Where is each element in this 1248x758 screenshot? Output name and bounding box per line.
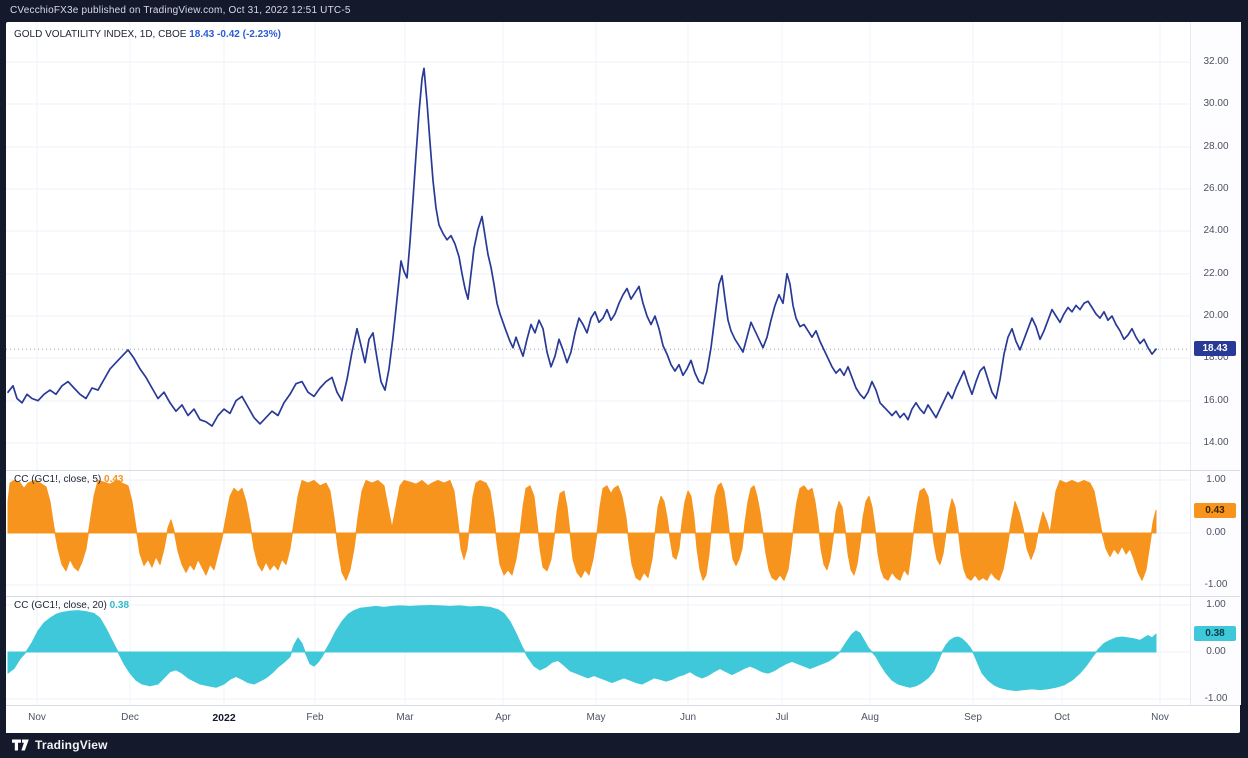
cc20-pane-legend: CC (GC1!, close, 20) 0.38 (14, 600, 129, 611)
cc5-axis-tick-label: -1.00 (1204, 579, 1228, 590)
time-axis-label: May (586, 712, 606, 723)
cc20-area-series (7, 605, 1157, 691)
chart-card: GOLD VOLATILITY INDEX, 1D, CBOE 18.43 -0… (6, 22, 1241, 733)
pane-separator-2[interactable] (6, 596, 1240, 597)
price-axis-tick-label: 26.00 (1203, 183, 1229, 194)
price-axis-tick-label: 32.00 (1203, 56, 1229, 67)
cc20-axis-tick-label: 0.00 (1206, 646, 1226, 657)
time-axis-label: Sep (964, 712, 982, 723)
price-legend-values: 18.43 -0.42 (-2.23%) (189, 29, 281, 40)
cc5-value-badge: 0.43 (1194, 503, 1236, 518)
pane-separator-1[interactable] (6, 470, 1240, 471)
price-axis-tick-label: 14.00 (1203, 437, 1229, 448)
time-axis-label: Jul (775, 712, 789, 723)
cc5-axis-tick-label: 1.00 (1206, 474, 1226, 485)
tradingview-logo-icon (12, 739, 29, 751)
time-axis-label: Jun (679, 712, 697, 723)
time-axis-label: Feb (306, 712, 324, 723)
price-line-series (7, 67, 1157, 427)
price-axis-tick-label: 30.00 (1203, 98, 1229, 109)
cc20-value-badge: 0.38 (1194, 626, 1236, 641)
price-axis-tick-label: 22.00 (1203, 268, 1229, 279)
attribution-bar: CVecchioFX3e published on TradingView.co… (0, 0, 1248, 22)
cc5-legend-value: 0.43 (104, 474, 124, 485)
tradingview-branding[interactable]: TradingView (12, 735, 108, 755)
price-pane-legend: GOLD VOLATILITY INDEX, 1D, CBOE 18.43 -0… (14, 29, 281, 40)
price-axis-tick-label: 16.00 (1203, 395, 1229, 406)
attribution-text: CVecchioFX3e published on TradingView.co… (10, 5, 351, 16)
cc20-axis-tick-label: -1.00 (1204, 693, 1228, 704)
tradingview-brand-text: TradingView (35, 738, 108, 752)
time-axis-label: Dec (121, 712, 139, 723)
price-symbol-title: GOLD VOLATILITY INDEX, 1D, CBOE (14, 29, 187, 40)
chart-plot-area[interactable] (6, 22, 1190, 705)
time-axis-separator (6, 705, 1240, 706)
cc20-legend-value: 0.38 (109, 600, 130, 611)
time-axis-label: Aug (861, 712, 879, 723)
cc20-axis-tick-label: 1.00 (1206, 599, 1226, 610)
cc5-pane-legend: CC (GC1!, close, 5) 0.43 (14, 474, 124, 485)
time-axis-label: 2022 (212, 712, 236, 724)
time-axis-label: Apr (495, 712, 511, 723)
time-scale[interactable]: Nov Dec 2022 Feb Mar Apr May Jun Jul Aug Sep Oct Nov (6, 705, 1190, 733)
time-axis-label: Mar (396, 712, 414, 723)
snapshot-frame: CVecchioFX3e published on TradingView.co… (0, 0, 1248, 758)
time-axis-label: Nov (1151, 712, 1169, 723)
cc5-axis-tick-label: 0.00 (1206, 527, 1226, 538)
price-axis-tick-label: 24.00 (1203, 225, 1229, 236)
last-price-badge: 18.43 (1194, 341, 1236, 356)
price-axis-tick-label: 20.00 (1203, 310, 1229, 321)
price-scale[interactable]: 18.43 0.43 0.38 32.00 30.00 28.00 26.00 24.0… (1190, 22, 1241, 705)
time-axis-label: Oct (1054, 712, 1070, 723)
cc5-indicator-title: CC (GC1!, close, 5) (14, 474, 102, 485)
cc20-indicator-title: CC (GC1!, close, 20) (14, 600, 107, 611)
time-axis-label: Nov (28, 712, 46, 723)
cc5-area-series (7, 480, 1157, 581)
price-axis-tick-label: 28.00 (1203, 141, 1229, 152)
